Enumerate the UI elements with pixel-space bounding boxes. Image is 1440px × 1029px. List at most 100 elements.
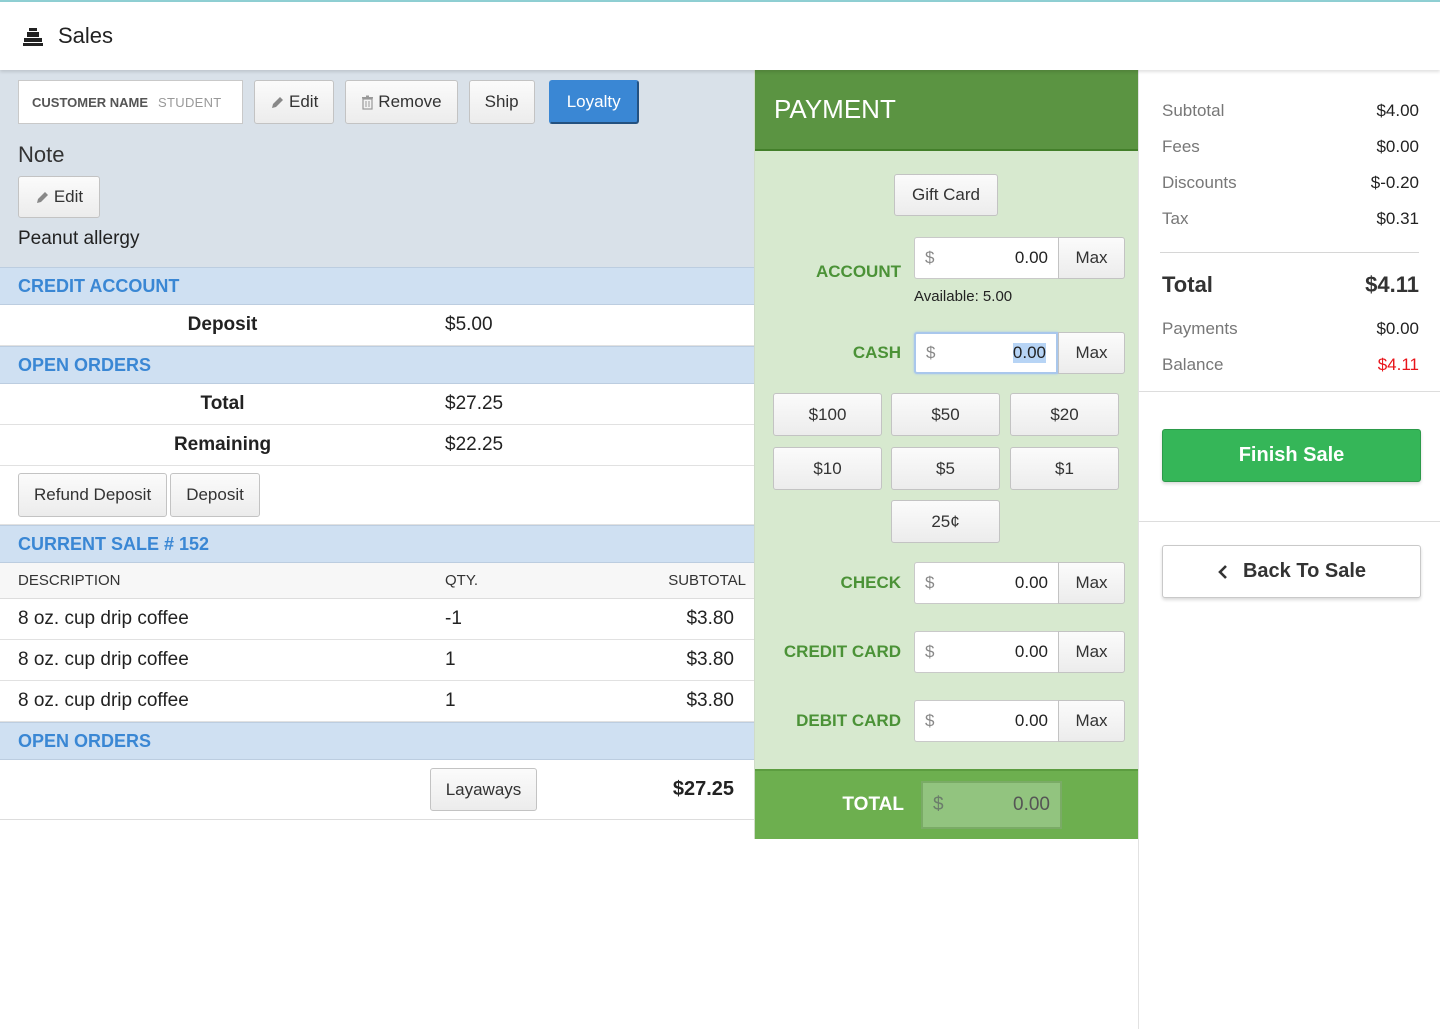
summary-row-total: Total $4.11	[1139, 259, 1440, 311]
account-available-text: Available: 5.00	[914, 288, 1013, 305]
cash-1-button[interactable]: $1	[1010, 447, 1119, 490]
customer-name-field[interactable]: CUSTOMER NAME STUDENT	[18, 80, 243, 124]
cash-20-button[interactable]: $20	[1010, 393, 1119, 436]
dollar-sign: $	[925, 642, 935, 661]
page-title: Sales	[58, 23, 114, 48]
summary-row-discounts: Discounts $-0.20	[1139, 165, 1440, 201]
refund-deposit-button[interactable]: Refund Deposit	[18, 473, 168, 517]
account-label: ACCOUNT	[816, 262, 901, 281]
discounts-value: $-0.20	[1370, 173, 1419, 192]
cash-25c-button[interactable]: 25¢	[891, 500, 1000, 543]
open-orders-footer-total: $27.25	[672, 778, 734, 800]
open-orders-total-value: $27.25	[445, 393, 504, 414]
edit-customer-button[interactable]: Edit	[254, 80, 335, 124]
fees-value: $0.00	[1376, 137, 1419, 156]
app-header: Sales	[0, 2, 1440, 70]
pencil-icon	[35, 190, 50, 205]
cash-amount-input[interactable]: $ 0.00	[914, 332, 1058, 374]
summary-row-subtotal: Subtotal $4.00	[1139, 93, 1440, 129]
customer-name-label: CUSTOMER NAME	[32, 94, 149, 110]
credit-card-amount-input[interactable]: $ 0.00	[914, 631, 1058, 673]
credit-card-max-button[interactable]: Max	[1058, 631, 1125, 673]
dollar-sign: $	[925, 711, 935, 730]
current-sale-heading: CURRENT SALE # 152	[0, 525, 754, 563]
summary-divider	[1160, 252, 1419, 253]
balance-label: Balance	[1162, 355, 1224, 374]
back-to-sale-label: Back To Sale	[1242, 560, 1367, 582]
dollar-sign: $	[926, 343, 936, 362]
dollar-sign: $	[925, 573, 935, 592]
ship-button[interactable]: Ship	[468, 80, 535, 124]
note-label: Note	[18, 142, 65, 167]
deposit-row: Deposit $5.00	[0, 305, 754, 346]
summary-row-payments: Payments $0.00	[1139, 311, 1440, 347]
column-subtotal: SUBTOTAL	[668, 572, 746, 589]
item-subtotal: $3.80	[686, 649, 734, 670]
remove-customer-button[interactable]: Remove	[345, 80, 458, 124]
edit-customer-label: Edit	[289, 92, 319, 111]
debit-card-max-button[interactable]: Max	[1058, 700, 1125, 742]
dollar-sign: $	[925, 248, 935, 267]
credit-card-label: CREDIT CARD	[783, 642, 901, 661]
layaways-button[interactable]: Layaways	[430, 768, 537, 811]
payment-row-cash: CASH $ 0.00 Max	[755, 332, 1139, 374]
tax-value: $0.31	[1376, 209, 1419, 228]
cash-label: CASH	[852, 343, 901, 362]
deposit-button[interactable]: Deposit	[170, 473, 260, 517]
account-amount-input[interactable]: $ 0.00	[914, 237, 1058, 279]
cash-5-button[interactable]: $5	[891, 447, 1000, 490]
cash-100-button[interactable]: $100	[773, 393, 882, 436]
column-qty: QTY.	[445, 572, 479, 589]
payment-total-label: TOTAL	[842, 794, 904, 815]
payment-row-check: CHECK $ 0.00 Max	[755, 562, 1139, 604]
open-orders-total-label: Total	[200, 393, 245, 414]
tax-label: Tax	[1162, 209, 1189, 228]
customer-area: CUSTOMER NAME STUDENT Edit Remove Ship L…	[0, 70, 754, 267]
cash-50-button[interactable]: $50	[891, 393, 1000, 436]
item-qty: 1	[445, 649, 456, 670]
open-orders-heading: OPEN ORDERS	[0, 346, 754, 384]
deposit-value: $5.00	[445, 314, 493, 335]
open-orders-remaining-label: Remaining	[173, 434, 272, 455]
gift-card-button[interactable]: Gift Card	[894, 174, 998, 216]
payment-total-value: 0.00	[1013, 794, 1050, 815]
summary-row-fees: Fees $0.00	[1139, 129, 1440, 165]
edit-note-button[interactable]: Edit	[18, 176, 100, 218]
payment-total-bar: TOTAL $ 0.00	[755, 769, 1139, 839]
balance-value: $4.11	[1377, 355, 1419, 374]
account-max-button[interactable]: Max	[1058, 237, 1125, 279]
item-description: 8 oz. cup drip coffee	[18, 690, 189, 711]
payment-panel: PAYMENT Gift Card ACCOUNT $ 0.00 Max Ava…	[754, 70, 1139, 839]
finish-sale-button[interactable]: Finish Sale	[1162, 429, 1421, 482]
debit-card-amount-input[interactable]: $ 0.00	[914, 700, 1058, 742]
check-label: CHECK	[840, 573, 901, 592]
discounts-label: Discounts	[1162, 173, 1237, 192]
sale-table-header: DESCRIPTION QTY. SUBTOTAL	[0, 563, 754, 599]
back-to-sale-button[interactable]: Back To Sale	[1162, 545, 1421, 598]
cash-max-button[interactable]: Max	[1058, 332, 1125, 374]
subtotal-value: $4.00	[1376, 101, 1419, 120]
cash-amount: 0.00	[1012, 343, 1046, 363]
remove-customer-label: Remove	[378, 92, 442, 111]
open-orders-footer-row: Layaways $27.25	[0, 760, 754, 820]
total-label: Total	[1162, 272, 1213, 297]
loyalty-button[interactable]: Loyalty	[548, 80, 639, 124]
chevron-left-icon	[1217, 564, 1229, 580]
item-subtotal: $3.80	[686, 608, 734, 629]
item-qty: -1	[445, 608, 462, 629]
cash-10-button[interactable]: $10	[773, 447, 882, 490]
table-row[interactable]: 8 oz. cup drip coffee 1 $3.80	[0, 681, 754, 722]
deposit-label: Deposit	[187, 314, 258, 335]
sale-details-panel: CUSTOMER NAME STUDENT Edit Remove Ship L…	[0, 70, 754, 1029]
fees-label: Fees	[1162, 137, 1200, 156]
check-max-button[interactable]: Max	[1058, 562, 1125, 604]
sale-summary-panel: Subtotal $4.00 Fees $0.00 Discounts $-0.…	[1138, 70, 1440, 1029]
subtotal-label: Subtotal	[1162, 101, 1225, 120]
table-row[interactable]: 8 oz. cup drip coffee 1 $3.80	[0, 640, 754, 681]
table-row[interactable]: 8 oz. cup drip coffee -1 $3.80	[0, 599, 754, 640]
payments-label: Payments	[1162, 319, 1238, 338]
check-amount-input[interactable]: $ 0.00	[914, 562, 1058, 604]
column-description: DESCRIPTION	[18, 572, 121, 589]
total-value: $4.11	[1365, 272, 1419, 297]
debit-card-amount: 0.00	[1014, 711, 1048, 730]
